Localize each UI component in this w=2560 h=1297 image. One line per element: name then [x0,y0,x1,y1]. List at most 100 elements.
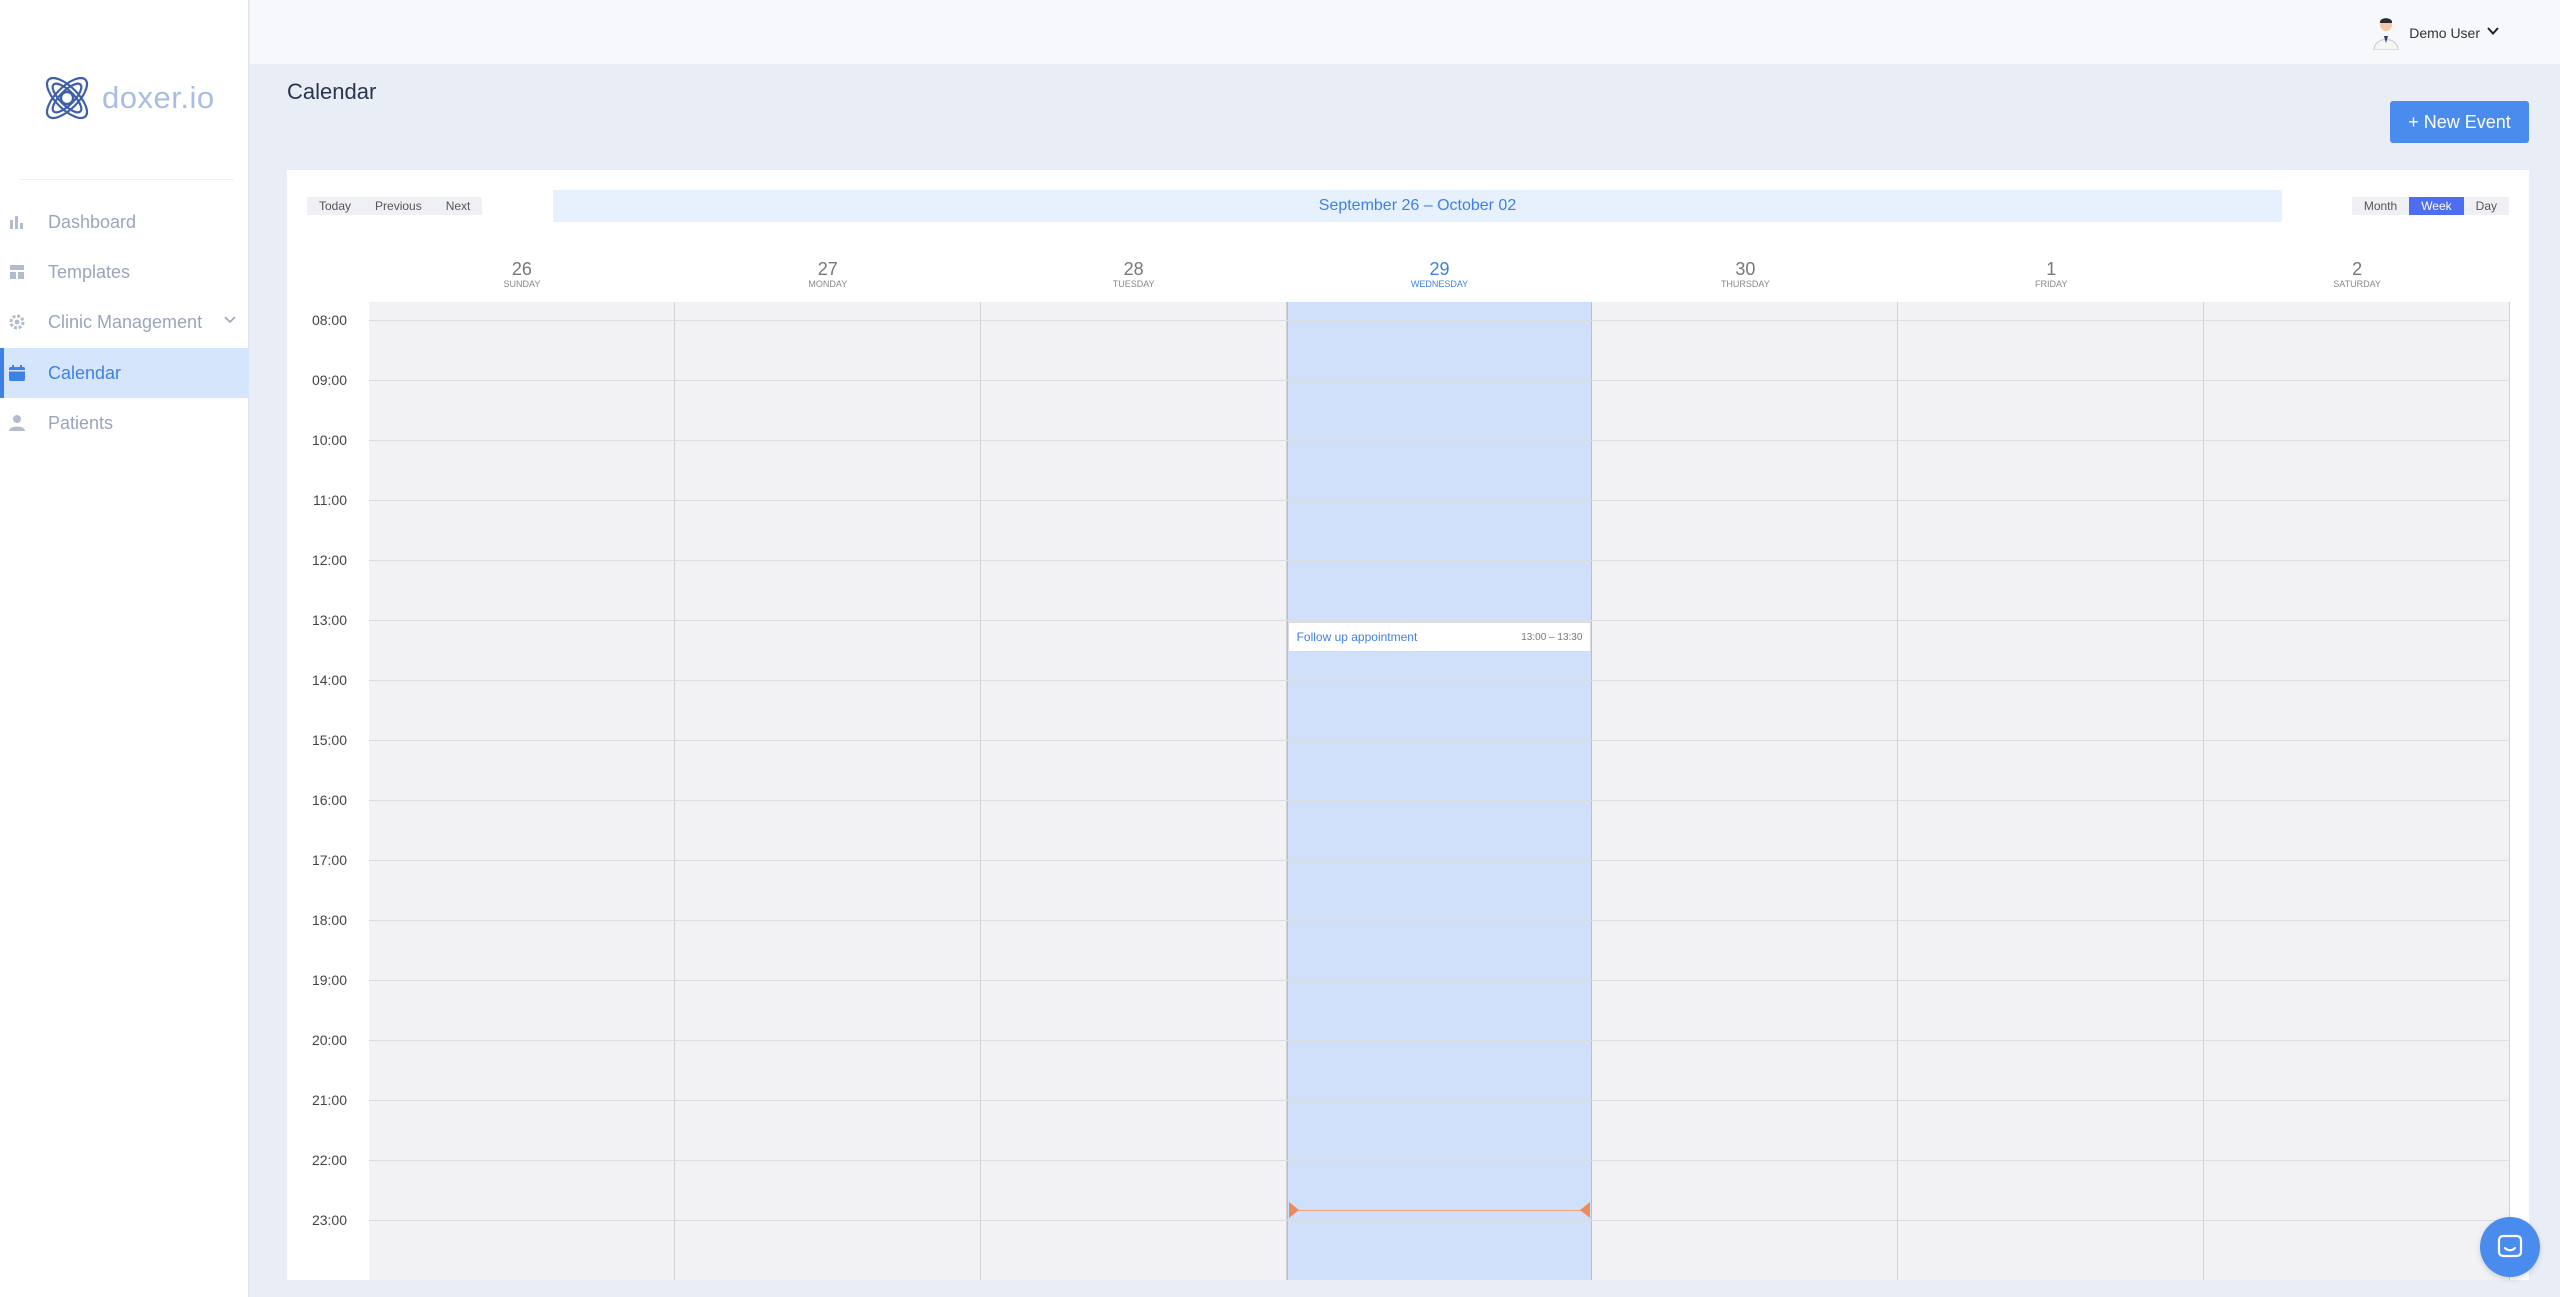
new-event-button[interactable]: + New Event [2390,101,2529,143]
sidebar-item-patients[interactable]: Patients [0,398,249,448]
day-column[interactable] [1898,302,2205,1280]
day-number: 27 [817,259,838,279]
sidebar-item-calendar[interactable]: Calendar [0,348,249,398]
hour-gridline [369,1040,2510,1041]
navigation-button-group: Today Previous Next [307,197,483,215]
today-column[interactable] [1286,302,1593,1280]
day-name: SUNDAY [503,279,541,289]
sidebar-item-label: Dashboard [48,211,137,232]
chevron-down-icon [223,313,237,332]
time-label: 10:00 [311,432,347,448]
sidebar-item-clinic-management[interactable]: Clinic Management [0,297,249,347]
day-number: 26 [511,259,532,279]
time-label: 21:00 [311,1092,347,1108]
day-header[interactable]: 1 FRIDAY [1898,260,2204,292]
day-number: 2 [2352,259,2363,279]
date-range-title: September 26 – October 02 [553,190,2282,222]
day-number: 29 [1429,259,1450,279]
hour-gridline [369,1100,2510,1101]
hour-gridline [369,440,2510,441]
sidebar-divider [20,179,234,180]
previous-button[interactable]: Previous [363,197,434,215]
hour-gridline [369,680,2510,681]
hour-gridline [369,560,2510,561]
day-number: 30 [1735,259,1756,279]
day-column[interactable] [369,302,675,1280]
time-label: 14:00 [311,672,347,688]
day-name: WEDNESDAY [1410,279,1469,289]
day-name: FRIDAY [2035,279,2068,289]
day-column[interactable] [1592,302,1899,1280]
day-name: SATURDAY [2333,279,2381,289]
user-menu[interactable]: Demo User [2371,16,2500,50]
sidebar-item-label: Calendar [48,362,122,383]
time-label: 16:00 [311,792,347,808]
day-column[interactable] [2204,302,2510,1280]
sidebar-item-dashboard[interactable]: Dashboard [0,197,249,247]
event-title: Follow up appointment [1296,630,1418,644]
day-header[interactable]: 27 MONDAY [675,260,981,292]
current-time-indicator [1292,1210,1587,1211]
sidebar-item-label: Templates [48,261,131,282]
hour-gridline [369,860,2510,861]
day-header[interactable]: 30 THURSDAY [1592,260,1898,292]
week-view-button[interactable]: Week [2409,197,2464,215]
hour-gridline [369,740,2510,741]
hour-gridline [369,1160,2510,1161]
day-header[interactable]: 2 SATURDAY [2204,260,2510,292]
day-name: THURSDAY [1720,279,1770,289]
page-title: Calendar [287,79,377,104]
hour-gridline [369,800,2510,801]
top-bar: Demo User [250,0,2560,64]
time-label: 15:00 [311,732,347,748]
time-label: 18:00 [311,912,347,928]
hour-gridline [369,620,2510,621]
time-label: 13:00 [311,612,347,628]
time-label: 23:00 [311,1212,347,1228]
day-header[interactable]: 28 TUESDAY [981,260,1287,292]
hour-gridline [369,980,2510,981]
day-name: MONDAY [808,279,848,289]
time-label: 19:00 [311,972,347,988]
day-header[interactable]: 26 SUNDAY [369,260,675,292]
next-button[interactable]: Next [433,197,483,215]
logo-text: doxer.io [102,80,215,115]
logo[interactable]: doxer.io [38,68,215,128]
time-label: 11:00 [313,492,347,508]
sidebar-item-label: Clinic Management [48,311,203,332]
view-button-group: Month Week Day [2351,197,2509,215]
month-view-button[interactable]: Month [2351,197,2410,215]
time-label: 20:00 [311,1032,347,1048]
week-grid[interactable]: 08:00 09:00 10:00 11:00 12:00 13:00 14:00 15:00… [312,302,2510,1280]
time-label: 08:00 [311,312,347,328]
day-number: 28 [1123,259,1144,279]
templates-icon [8,263,26,281]
chevron-down-icon [2486,24,2500,43]
day-column[interactable] [675,302,981,1280]
day-number: 1 [2046,259,2057,279]
time-label: 09:00 [311,372,347,388]
time-label: 12:00 [311,552,347,568]
day-view-button[interactable]: Day [2463,197,2509,215]
chat-icon [2497,1234,2523,1258]
user-name: Demo User [2409,25,2480,41]
calendar-event[interactable]: Follow up appointment 13:00 – 13:30 [1287,622,1592,652]
person-icon [8,414,26,432]
current-time-marker-right [1580,1202,1591,1218]
chat-launcher-button[interactable] [2480,1217,2540,1277]
calendar-card: Today Previous Next September 26 – Octob… [287,170,2529,1280]
hour-gridline [369,920,2510,921]
time-label: 17:00 [311,852,347,868]
bar-chart-icon [8,213,26,231]
day-column[interactable] [981,302,1287,1280]
hour-gridline [369,320,2510,321]
day-header[interactable]: 29 WEDNESDAY [1287,260,1593,292]
today-button[interactable]: Today [307,197,364,215]
current-time-marker-left [1288,1202,1299,1218]
gear-icon [8,313,26,331]
sidebar-item-templates[interactable]: Templates [0,247,249,297]
avatar [2373,18,2399,50]
hour-gridline [369,1220,2510,1221]
day-name: TUESDAY [1112,279,1155,289]
time-label: 22:00 [311,1152,347,1168]
